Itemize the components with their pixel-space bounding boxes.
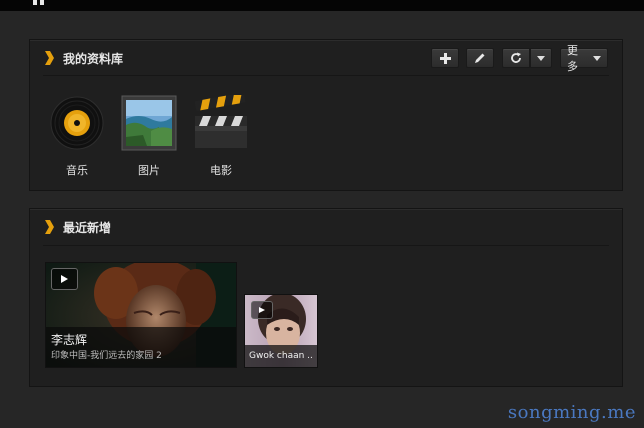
edit-library-button[interactable] [466,48,494,68]
chevron-down-icon [537,55,545,61]
library-item-label: 图片 [138,164,160,177]
recent-item-card[interactable]: Gwok chaan ... [244,294,318,368]
library-item-photos[interactable]: 图片 [114,95,184,178]
recent-divider [43,245,609,246]
recently-added-panel: 最近新增 李志辉 印象中国-我们远去的家园 2 Gwok chaan ... [29,208,623,387]
photo-icon [121,95,177,151]
card-title: Gwok chaan ... [249,351,313,361]
library-title: 我的资料库 [63,52,124,66]
library-item-movies[interactable]: 电影 [186,92,256,178]
add-library-button[interactable] [431,48,459,68]
card-subtitle: 印象中国-我们远去的家园 2 [51,351,162,361]
play-icon [61,275,68,283]
play-icon [259,307,265,313]
library-item-label: 音乐 [66,164,88,177]
play-button[interactable] [251,301,273,319]
play-button[interactable] [51,268,78,290]
library-item-music[interactable]: 音乐 [42,95,112,178]
refresh-menu-button[interactable] [530,48,552,68]
plex-logo-icon[interactable] [33,0,45,5]
chevron-right-icon [45,220,54,234]
plus-icon [439,52,451,64]
refresh-button[interactable] [502,48,530,68]
more-label: 更多 [567,44,578,73]
more-menu-button[interactable]: 更多 [560,44,608,73]
refresh-icon [511,52,521,63]
pencil-icon [475,53,485,63]
recent-title: 最近新增 [63,221,112,235]
clapperboard-icon [194,92,247,148]
card-caption: 李志辉 印象中国-我们远去的家园 2 [46,327,236,367]
library-panel: 我的资料库 更多 音乐 图片 电影 [29,39,623,191]
chevron-down-icon [593,55,601,61]
card-caption: Gwok chaan ... [245,345,317,367]
top-bar [0,0,644,11]
music-disc-icon [50,96,104,150]
library-item-label: 电影 [210,164,232,177]
watermark-text: songming.me [507,402,636,423]
recent-item-card[interactable]: 李志辉 印象中国-我们远去的家园 2 [45,262,237,368]
card-title: 李志辉 [51,333,88,347]
chevron-right-icon [45,51,54,65]
library-divider [43,75,609,76]
